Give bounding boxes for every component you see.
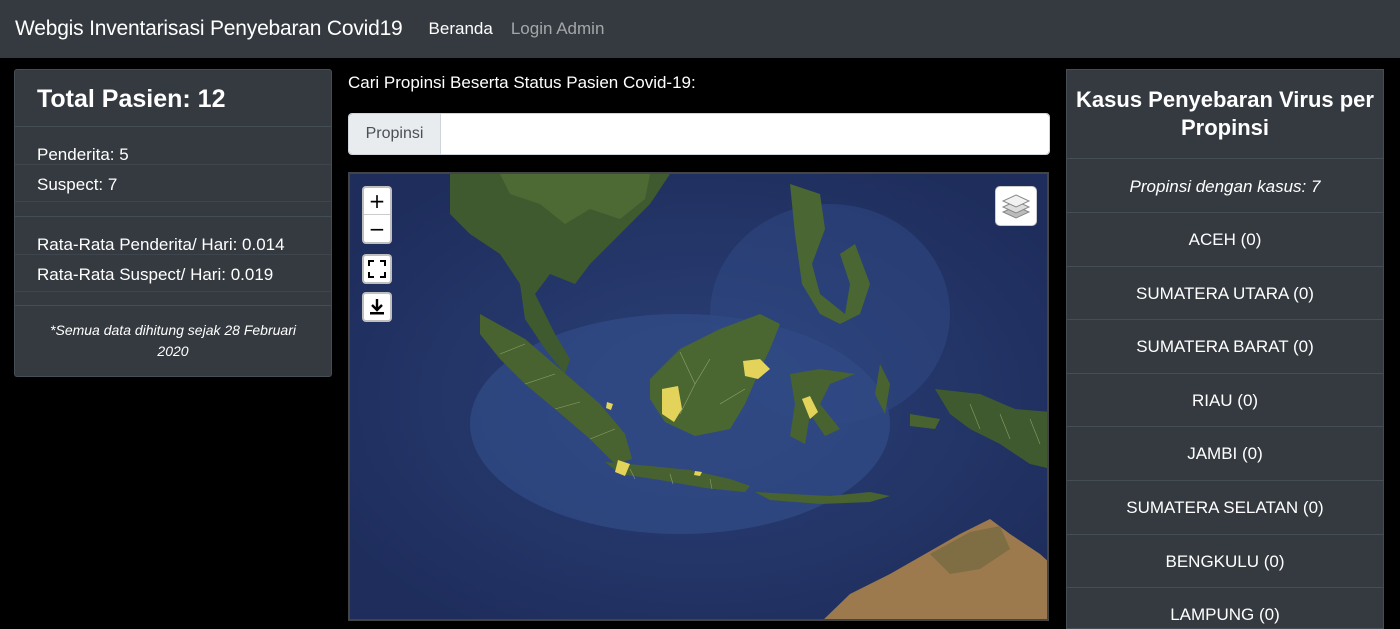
download-icon [370, 299, 384, 315]
navbar: Webgis Inventarisasi Penyebaran Covid19 … [0, 0, 1400, 58]
download-button[interactable] [362, 292, 392, 322]
layers-button[interactable] [995, 186, 1037, 226]
fullscreen-icon [368, 260, 386, 278]
avg-suspect-stat: Rata-Rata Suspect/ Hari: 0.019 [15, 255, 331, 292]
zoom-in-button[interactable]: + [364, 188, 390, 215]
province-item[interactable]: RIAU (0) [1067, 374, 1383, 428]
nav-beranda[interactable]: Beranda [429, 19, 493, 39]
data-note: *Semua data dihitung sejak 28 Februari 2… [15, 305, 331, 362]
province-item[interactable]: SUMATERA BARAT (0) [1067, 320, 1383, 374]
suspect-stat: Suspect: 7 [15, 165, 331, 202]
divider [15, 202, 331, 217]
map-view[interactable]: + − [348, 172, 1049, 621]
province-item[interactable]: LAMPUNG (0) [1067, 588, 1383, 628]
province-item[interactable]: SUMATERA SELATAN (0) [1067, 481, 1383, 535]
input-prefix: Propinsi [349, 114, 441, 154]
zoom-out-button[interactable]: − [364, 215, 390, 242]
total-pasien: Total Pasien: 12 [15, 70, 331, 127]
province-item[interactable]: BENGKULU (0) [1067, 535, 1383, 589]
province-search: Propinsi [348, 113, 1050, 155]
layers-icon [1001, 194, 1031, 219]
penderita-stat: Penderita: 5 [15, 127, 331, 165]
cases-count: Propinsi dengan kasus: 7 [1067, 159, 1383, 213]
avg-penderita-stat: Rata-Rata Penderita/ Hari: 0.014 [15, 217, 331, 255]
satellite-basemap[interactable] [350, 174, 1049, 621]
province-search-input[interactable] [441, 114, 1049, 154]
search-label: Cari Propinsi Beserta Status Pasien Covi… [348, 73, 696, 92]
stats-card: Total Pasien: 12 Penderita: 5 Suspect: 7… [14, 69, 332, 377]
province-item[interactable]: JAMBI (0) [1067, 427, 1383, 481]
fullscreen-button[interactable] [362, 254, 392, 284]
cases-panel: Kasus Penyebaran Virus per Propinsi Prop… [1066, 69, 1384, 629]
brand-title[interactable]: Webgis Inventarisasi Penyebaran Covid19 [15, 17, 403, 41]
province-item[interactable]: SUMATERA UTARA (0) [1067, 267, 1383, 321]
zoom-control: + − [362, 186, 392, 244]
province-item[interactable]: ACEH (0) [1067, 213, 1383, 267]
nav-login-admin[interactable]: Login Admin [511, 19, 605, 39]
cases-title: Kasus Penyebaran Virus per Propinsi [1067, 70, 1383, 159]
